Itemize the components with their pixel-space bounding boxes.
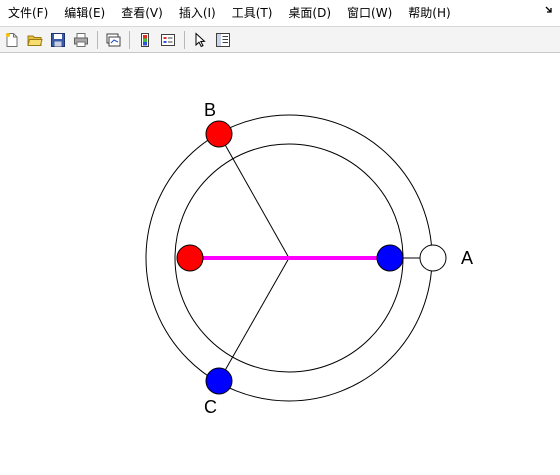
menu-edit[interactable]: 编辑(E): [56, 0, 113, 26]
joint-c-blue[interactable]: [205, 367, 233, 395]
menu-bar: 文件(F) 编辑(E) 查看(V) 插入(I) 工具(T) 桌面(D) 窗口(W…: [0, 0, 560, 26]
label-b: B: [204, 100, 216, 120]
joint-b-red[interactable]: [205, 120, 233, 148]
property-editor-icon[interactable]: [213, 30, 233, 50]
menu-file[interactable]: 文件(F): [0, 0, 56, 26]
open-folder-icon[interactable]: [25, 30, 45, 50]
menu-help[interactable]: 帮助(H): [400, 0, 458, 26]
legend-icon[interactable]: [158, 30, 178, 50]
colorbar-icon[interactable]: [135, 30, 155, 50]
menu-view[interactable]: 查看(V): [113, 0, 171, 26]
save-disk-icon[interactable]: [48, 30, 68, 50]
toolbar-separator: [129, 30, 130, 49]
label-a: A: [461, 248, 473, 268]
toolbar-separator: [97, 30, 98, 49]
link-center-to-b: [218, 133, 290, 259]
pointer-arrow-icon[interactable]: [190, 30, 210, 50]
figure-canvas: A B C: [0, 54, 560, 475]
dock-arrow-icon[interactable]: [544, 5, 554, 18]
joint-a-white[interactable]: [419, 244, 447, 272]
menu-desktop[interactable]: 桌面(D): [280, 0, 339, 26]
new-file-icon[interactable]: [2, 30, 22, 50]
print-icon[interactable]: [71, 30, 91, 50]
menu-window[interactable]: 窗口(W): [339, 0, 400, 26]
link-plot-icon[interactable]: [103, 30, 123, 50]
menu-tools[interactable]: 工具(T): [224, 0, 281, 26]
toolbar: [0, 26, 560, 53]
toolbar-separator: [184, 30, 185, 49]
joint-red-left[interactable]: [176, 244, 204, 272]
menu-insert[interactable]: 插入(I): [171, 0, 224, 26]
label-c: C: [204, 397, 217, 417]
link-center-to-c: [218, 257, 290, 382]
joint-blue-right[interactable]: [376, 244, 404, 272]
